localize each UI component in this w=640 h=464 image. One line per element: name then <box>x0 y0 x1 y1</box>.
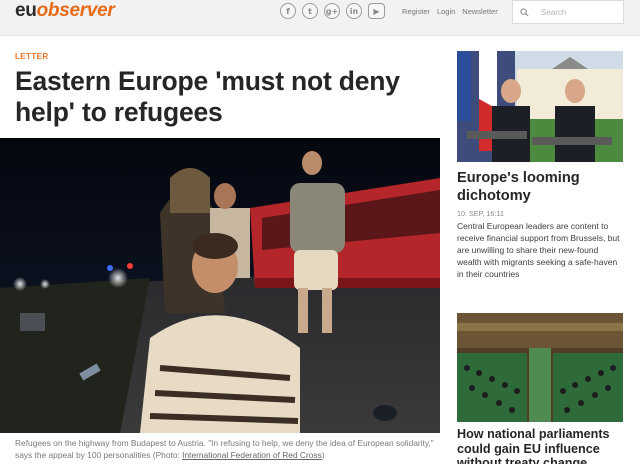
social-links: f t g+ in ▶ <box>280 3 385 19</box>
article-headline: Eastern Europe 'must not deny help' to r… <box>15 66 400 127</box>
youtube-icon[interactable]: ▶ <box>368 3 385 19</box>
google-plus-icon[interactable]: g+ <box>324 3 340 19</box>
hero-image <box>0 138 440 433</box>
facebook-icon[interactable]: f <box>280 3 296 19</box>
register-link[interactable]: Register <box>402 7 430 16</box>
twitter-icon[interactable]: t <box>302 3 318 19</box>
story1-summary: Central European leaders are content to … <box>457 221 620 279</box>
story1-image[interactable] <box>457 51 623 162</box>
photo-credit-link[interactable]: International Federation of Red Cross <box>182 450 322 460</box>
story1-title[interactable]: Europe's looming dichotomy <box>457 170 623 205</box>
search-box[interactable] <box>512 0 624 24</box>
top-bar: euobserver f t g+ in ▶ Register Login Ne… <box>0 0 640 36</box>
logo-part-eu: eu <box>15 0 37 21</box>
login-link[interactable]: Login <box>437 7 455 16</box>
image-caption: Refugees on the highway from Budapest to… <box>15 438 445 461</box>
story2-title[interactable]: How national parliaments could gain EU i… <box>457 427 627 464</box>
linkedin-icon[interactable]: in <box>346 3 362 19</box>
story2-image[interactable] <box>457 313 623 422</box>
story1-date: 10. SEP, 16:11 <box>457 209 504 218</box>
newsletter-link[interactable]: Newsletter <box>462 7 497 16</box>
site-logo[interactable]: euobserver <box>15 0 115 22</box>
article-kicker[interactable]: LETTER <box>15 52 49 61</box>
caption-end: ) <box>321 449 325 460</box>
search-input[interactable] <box>541 7 611 17</box>
logo-part-observer: observer <box>36 0 115 21</box>
search-icon[interactable] <box>520 7 529 17</box>
account-links: Register Login Newsletter <box>402 7 498 16</box>
